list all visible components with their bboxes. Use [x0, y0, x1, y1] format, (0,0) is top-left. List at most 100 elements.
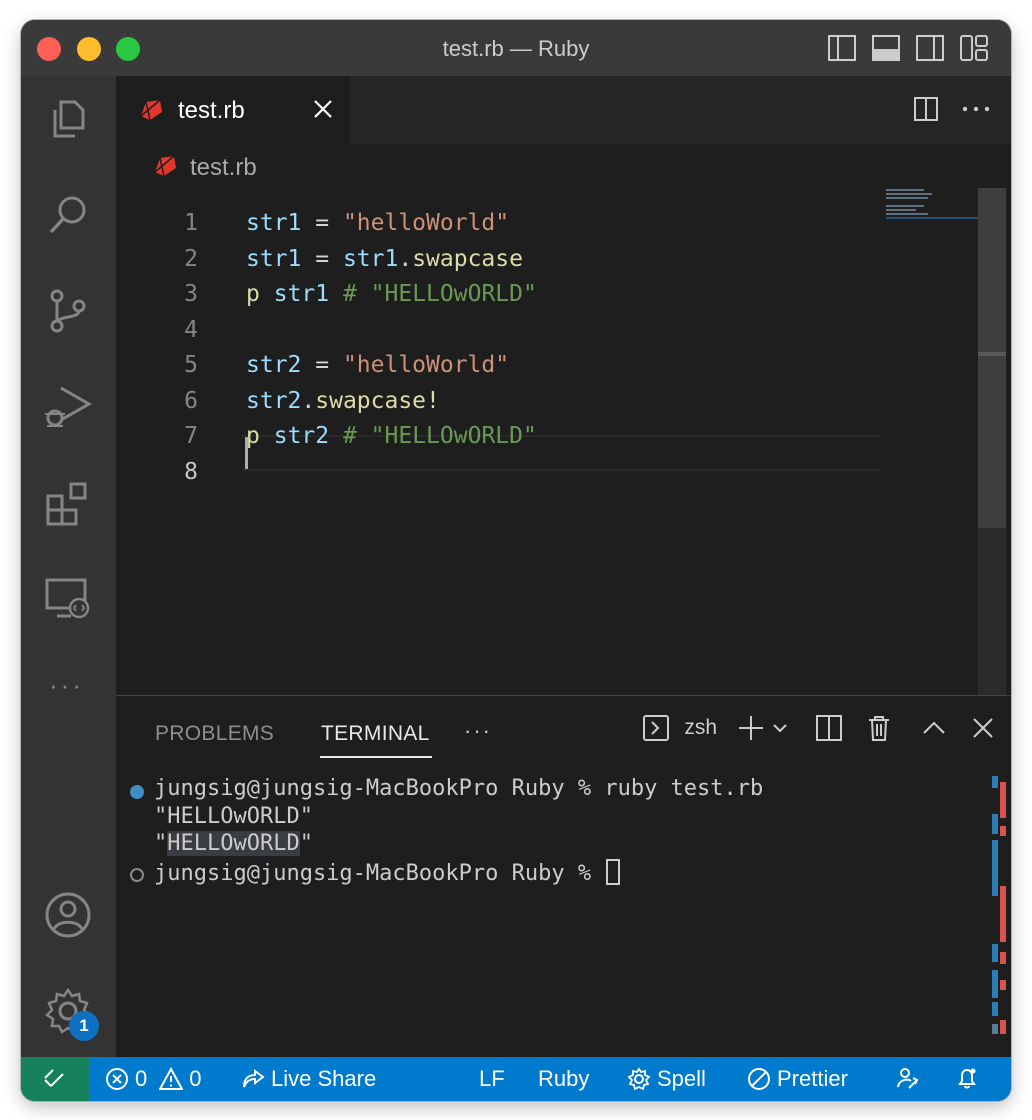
tab-terminal[interactable]: TERMINAL [321, 722, 430, 746]
code-token: str2 [246, 352, 302, 378]
code-line[interactable]: 8 [116, 455, 896, 490]
code-token: str1 [342, 245, 399, 272]
code-token: = [301, 210, 343, 236]
code-text: str1 = "helloWorld" [246, 210, 509, 236]
terminal-cursor [606, 859, 621, 885]
feedback-button[interactable] [895, 1066, 919, 1090]
terminal-scrollbar[interactable] [986, 776, 1006, 1046]
tab-problems[interactable]: PROBLEMS [155, 722, 274, 746]
remote-icon [44, 1069, 64, 1087]
notifications-button[interactable] [955, 1066, 979, 1090]
explorer-icon[interactable] [43, 94, 93, 144]
vscode-window: test.rb — Ruby ··· 1 test.rb test.rb 1 s… [21, 20, 1011, 1101]
new-terminal-icon[interactable] [737, 714, 765, 742]
extensions-icon[interactable] [43, 478, 93, 528]
terminal-line: jungsig@jungsig-MacBookPro Ruby % [154, 859, 621, 887]
more-actions-icon[interactable] [961, 96, 991, 122]
error-icon [106, 1068, 128, 1090]
line-number: 3 [184, 281, 198, 307]
ruby-file-icon [154, 155, 176, 177]
prettier-disabled-icon [748, 1068, 770, 1090]
live-share-icon [243, 1069, 265, 1088]
code-line[interactable]: 7 p str2 # "HELLOwORLD" [116, 419, 896, 454]
code-line[interactable]: 3 p str1 # "HELLOwORLD" [116, 277, 896, 312]
maximize-panel-icon[interactable] [921, 715, 947, 741]
spell-gear-icon [627, 1067, 651, 1091]
split-editor-icon[interactable] [913, 96, 939, 122]
problems-status-button[interactable]: 0 0 [105, 1066, 202, 1092]
line-number: 7 [184, 423, 198, 449]
panel-more-icon[interactable]: ··· [464, 718, 492, 744]
status-bar: 0 0 Live Share LF Ruby Spell Prettier [21, 1057, 1011, 1101]
editor-scrollbar-thumb[interactable] [978, 188, 1006, 528]
error-count: 0 [135, 1066, 148, 1091]
code-token: str2 [273, 423, 330, 449]
language-mode-button[interactable]: Ruby [538, 1066, 589, 1092]
ruby-file-icon [140, 99, 162, 121]
code-token: p [246, 281, 260, 307]
spell-button[interactable]: Spell [627, 1066, 706, 1092]
close-panel-icon[interactable] [971, 716, 995, 740]
breadcrumb-file[interactable]: test.rb [190, 154, 257, 182]
feedback-icon [897, 1068, 919, 1089]
split-terminal-icon[interactable] [815, 714, 843, 742]
breadcrumb: test.rb [116, 144, 1006, 188]
code-line[interactable]: 5 str2 = "helloWorld" [116, 348, 896, 383]
tab-test-rb[interactable]: test.rb [116, 76, 350, 144]
remote-indicator-button[interactable] [21, 1057, 89, 1101]
live-share-button[interactable]: Live Share [241, 1066, 376, 1092]
accounts-icon[interactable] [43, 890, 93, 940]
code-token: str2 [246, 387, 302, 414]
line-number: 1 [184, 210, 198, 236]
run-debug-icon[interactable] [43, 382, 93, 432]
code-token: str1 [273, 281, 330, 307]
code-token: # "HELLOwORLD" [342, 281, 537, 307]
editor-tabs: test.rb [116, 76, 1011, 144]
source-control-icon[interactable] [43, 286, 93, 336]
toggle-primary-sidebar-icon[interactable] [827, 34, 857, 62]
terminal-shell-label[interactable]: zsh [684, 716, 717, 740]
tab-label: test.rb [178, 97, 245, 124]
code-token: . [398, 245, 413, 272]
code-line[interactable]: 1 str1 = "helloWorld" [116, 206, 896, 241]
terminal-line: "HELLOwORLD" [154, 804, 313, 829]
bottom-panel: PROBLEMS TERMINAL ··· zsh jungsig@jungsi… [116, 695, 1011, 1057]
trash-icon[interactable] [865, 714, 893, 742]
close-icon[interactable] [312, 98, 334, 120]
customize-layout-icon[interactable] [959, 34, 989, 62]
line-number: 5 [184, 352, 198, 378]
prettier-button[interactable]: Prettier [747, 1066, 848, 1092]
line-number: 6 [184, 387, 198, 414]
code-token: = [301, 352, 343, 378]
code-token: . [301, 387, 316, 414]
terminal-icon [643, 715, 670, 741]
more-views-icon[interactable]: ··· [49, 670, 84, 701]
remote-explorer-icon[interactable] [43, 574, 93, 624]
code-text: p str2 # "HELLOwORLD" [246, 423, 537, 449]
code-token: "helloWorld" [342, 210, 510, 236]
chevron-down-icon[interactable] [771, 719, 789, 737]
eol-button[interactable]: LF [479, 1066, 505, 1092]
code-token: swapcase [412, 245, 523, 272]
code-line[interactable]: 6 str2.swapcase! [116, 384, 896, 419]
code-token: p [246, 423, 260, 449]
code-text: str2.swapcase! [246, 388, 440, 414]
code-text: p str1 # "HELLOwORLD" [246, 281, 537, 307]
code-line[interactable]: 4 [116, 313, 896, 348]
title-bar: test.rb — Ruby [21, 20, 1011, 76]
search-icon[interactable] [43, 190, 93, 240]
minimap[interactable] [886, 188, 986, 228]
warning-icon [159, 1067, 184, 1090]
command-success-icon [130, 785, 144, 799]
code-editor[interactable]: 1 str1 = "helloWorld" 2 str1 = str1.swapcas… [116, 188, 1006, 695]
editor-scrollbar[interactable] [978, 188, 1006, 695]
toggle-panel-icon[interactable] [871, 34, 901, 62]
toggle-secondary-sidebar-icon[interactable] [915, 34, 945, 62]
code-token: "helloWorld" [342, 352, 510, 378]
command-pending-icon [130, 868, 144, 882]
terminal-selection: HELLOwORLD [167, 831, 300, 856]
code-line[interactable]: 2 str1 = str1.swapcase [116, 242, 896, 277]
code-token: str1 [246, 245, 302, 272]
